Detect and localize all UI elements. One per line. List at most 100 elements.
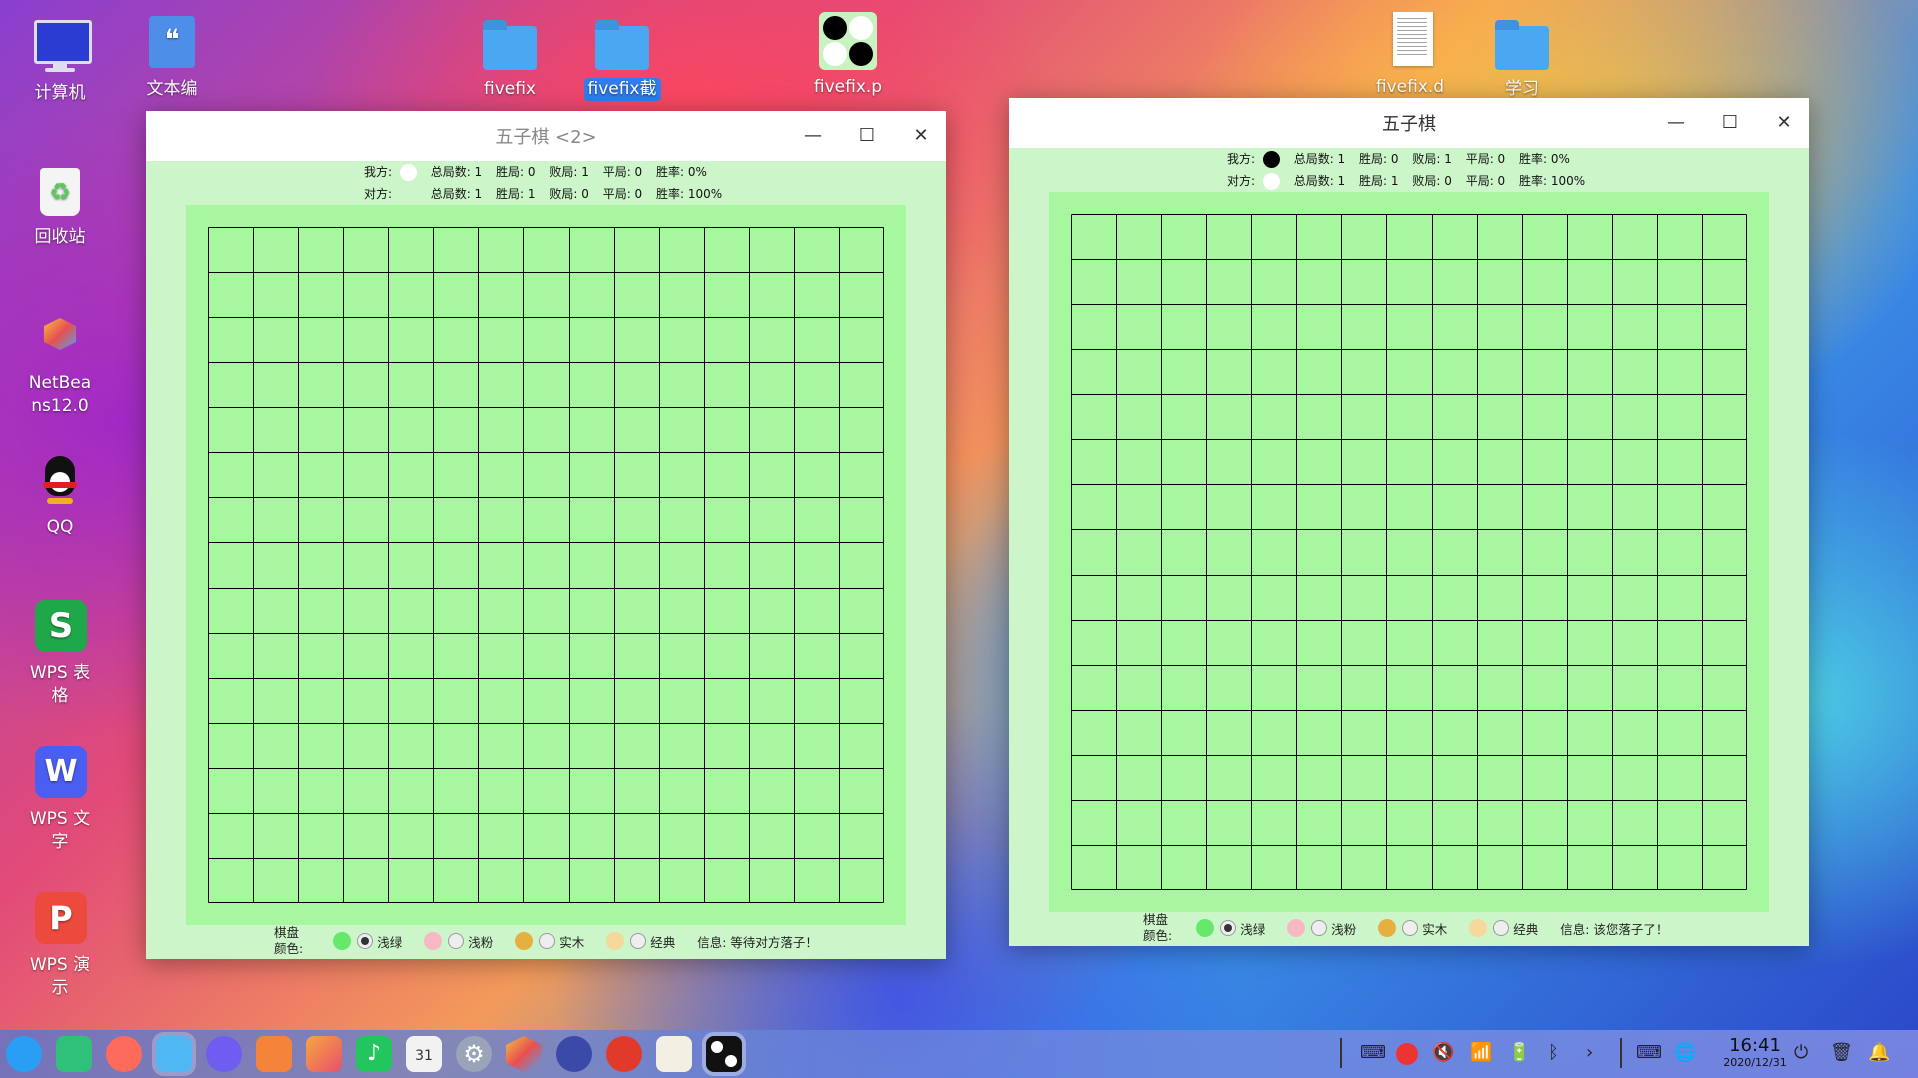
desktop-icon-fivefix-doc[interactable]: fivefix.d: [1362, 12, 1458, 98]
desktop-icon-computer[interactable]: 计算机: [12, 18, 108, 105]
light-green-radio[interactable]: [357, 933, 374, 949]
board-color-label-line1: 棋盘: [274, 925, 300, 940]
clock-time: 16:41: [1729, 1035, 1781, 1056]
desktop-icon-netbeans[interactable]: NetBea ns12.0: [12, 308, 108, 418]
option-light-pink[interactable]: 浅粉: [1287, 919, 1356, 938]
computer-icon: [31, 18, 92, 76]
maximize-button[interactable]: ☐: [852, 121, 882, 151]
calendar-icon[interactable]: 31: [406, 1036, 442, 1072]
system-monitor-icon[interactable]: [556, 1036, 592, 1072]
board-color-label-line2: 颜色:: [274, 941, 304, 956]
network-globe-icon[interactable]: 🌐: [1674, 1042, 1696, 1063]
light-green-radio[interactable]: [1220, 920, 1237, 936]
close-button[interactable]: ✕: [1769, 108, 1799, 138]
bluetooth-icon[interactable]: ᛒ: [1548, 1042, 1559, 1063]
opponent-lose: 败局: 0: [549, 187, 589, 201]
input-method-icon[interactable]: ⌨: [1636, 1042, 1662, 1063]
option-classic[interactable]: 经典: [1469, 919, 1538, 938]
multitask-view-icon[interactable]: [56, 1036, 92, 1072]
file-manager-icon[interactable]: [156, 1036, 192, 1072]
clock[interactable]: 16:41 2020/12/31: [1710, 1036, 1800, 1070]
minimize-button[interactable]: —: [798, 121, 828, 151]
keyboard-icon[interactable]: ⌨: [1360, 1042, 1386, 1063]
light-green-swatch: [1196, 919, 1215, 937]
jetbrains-icon[interactable]: [606, 1036, 642, 1072]
trash-tray-icon[interactable]: 🗑: [1830, 1042, 1853, 1063]
close-button[interactable]: ✕: [906, 121, 936, 151]
option-light-pink[interactable]: 浅粉: [424, 932, 493, 951]
app-store-icon[interactable]: [256, 1036, 292, 1072]
opponent-rate: 胜率: 100%: [656, 187, 723, 201]
power-icon[interactable]: ⏻: [1794, 1042, 1808, 1063]
option-light-green[interactable]: 浅绿: [333, 932, 402, 951]
gomoku-taskbar-icon[interactable]: [706, 1036, 742, 1072]
start-menu-icon[interactable]: [6, 1036, 42, 1072]
my-stats-row: 我方: 总局数: 1 胜局: 0 败局: 1 平局: 0 胜率: 0%: [1227, 150, 1580, 168]
music-icon[interactable]: ♪: [356, 1036, 392, 1072]
option-wood[interactable]: 实木: [1378, 919, 1447, 938]
board-frame: [186, 205, 906, 925]
desktop-icon-text-editor[interactable]: ❝ 文本编: [124, 14, 220, 101]
settings-gear-icon[interactable]: ⚙: [456, 1036, 492, 1072]
desktop-icon-qq[interactable]: QQ: [12, 452, 108, 539]
wood-radio[interactable]: [539, 933, 556, 949]
desktop-icon-wps-writer[interactable]: W WPS 文 字: [12, 744, 108, 854]
classic-swatch: [1469, 919, 1488, 937]
folder-icon: [1493, 14, 1551, 72]
title-bar[interactable]: 五子棋 — ☐ ✕: [1009, 98, 1809, 148]
gomoku-window: 五子棋 — ☐ ✕ 我方: 总局数: 1 胜局: 0 败局: 1 平局: 0 胜…: [1009, 98, 1809, 946]
desktop-icon-folder-study[interactable]: 学习: [1474, 14, 1570, 98]
image-viewer-icon[interactable]: [306, 1036, 342, 1072]
desktop-icon-label: fivefix.p: [813, 77, 883, 97]
screen-record-icon[interactable]: [106, 1036, 142, 1072]
my-total: 总局数: 1: [430, 165, 483, 179]
desktop-icon-label: NetBea ns12.0: [28, 373, 92, 416]
volume-muted-icon[interactable]: 🔇: [1432, 1042, 1454, 1063]
my-lose: 败局: 1: [1412, 152, 1452, 166]
title-bar[interactable]: 五子棋 <2> — ☐ ✕: [146, 111, 946, 161]
desktop-icon-wps-sheets[interactable]: S WPS 表 格: [12, 598, 108, 708]
battery-icon[interactable]: 🔋: [1508, 1042, 1530, 1063]
notification-bell-icon[interactable]: 🔔: [1868, 1042, 1890, 1063]
option-light-green[interactable]: 浅绿: [1196, 919, 1265, 938]
option-wood[interactable]: 实木: [515, 932, 584, 951]
desktop-icon-fivefix-png[interactable]: fivefix.p: [800, 12, 896, 99]
board-frame: [1049, 192, 1769, 912]
desktop-icon-label: QQ: [46, 517, 74, 537]
option-label: 经典: [1513, 921, 1539, 937]
desktop-icon-label: 文本编: [146, 79, 198, 99]
light-pink-radio[interactable]: [448, 933, 465, 949]
option-label: 浅粉: [1331, 921, 1357, 937]
browser-icon[interactable]: [206, 1036, 242, 1072]
desktop-icon-folder-fivefix[interactable]: fivefix: [462, 14, 558, 101]
my-rate: 胜率: 0%: [656, 165, 707, 179]
opponent-stone-placeholder: [400, 186, 417, 203]
desktop-icon-wps-presentation[interactable]: P WPS 演 示: [12, 890, 108, 1000]
desktop-icon-folder-fivefix-screenshot[interactable]: fivefix截: [574, 14, 670, 101]
wifi-icon[interactable]: 📶: [1470, 1042, 1492, 1063]
desktop-icon-trash[interactable]: ♻ 回收站: [12, 162, 108, 249]
maximize-button[interactable]: ☐: [1715, 108, 1745, 138]
classic-radio[interactable]: [1493, 920, 1510, 936]
antivirus-icon[interactable]: [1396, 1043, 1418, 1065]
document-icon: [1381, 12, 1439, 70]
my-stone-white: [399, 164, 417, 181]
wood-swatch: [515, 932, 534, 950]
taskbar: ♪ 31 ⚙ ⌨ 🔇 📶 🔋 ᛒ › ⌨ 🌐 16:41 2020/12/31 …: [0, 1030, 1918, 1078]
light-pink-swatch: [1287, 919, 1306, 937]
gomoku-board[interactable]: [1071, 214, 1747, 890]
desktop-icon-label: fivefix.d: [1375, 77, 1445, 97]
minimize-button[interactable]: —: [1661, 108, 1691, 138]
wood-radio[interactable]: [1402, 920, 1419, 936]
desktop-icon-label: fivefix: [484, 79, 536, 99]
chat-app-icon[interactable]: [656, 1036, 692, 1072]
my-win: 胜局: 0: [496, 165, 536, 179]
gomoku-board[interactable]: [208, 227, 884, 903]
opponent-stats-row: 对方: 总局数: 1 胜局: 1 败局: 0 平局: 0 胜率: 100%: [364, 185, 732, 203]
tray-separator: [1340, 1038, 1342, 1068]
classic-radio[interactable]: [630, 933, 647, 949]
light-pink-radio[interactable]: [1311, 920, 1328, 936]
chevron-right-icon[interactable]: ›: [1586, 1042, 1593, 1063]
option-classic[interactable]: 经典: [606, 932, 675, 951]
netbeans-taskbar-icon[interactable]: [506, 1036, 542, 1072]
